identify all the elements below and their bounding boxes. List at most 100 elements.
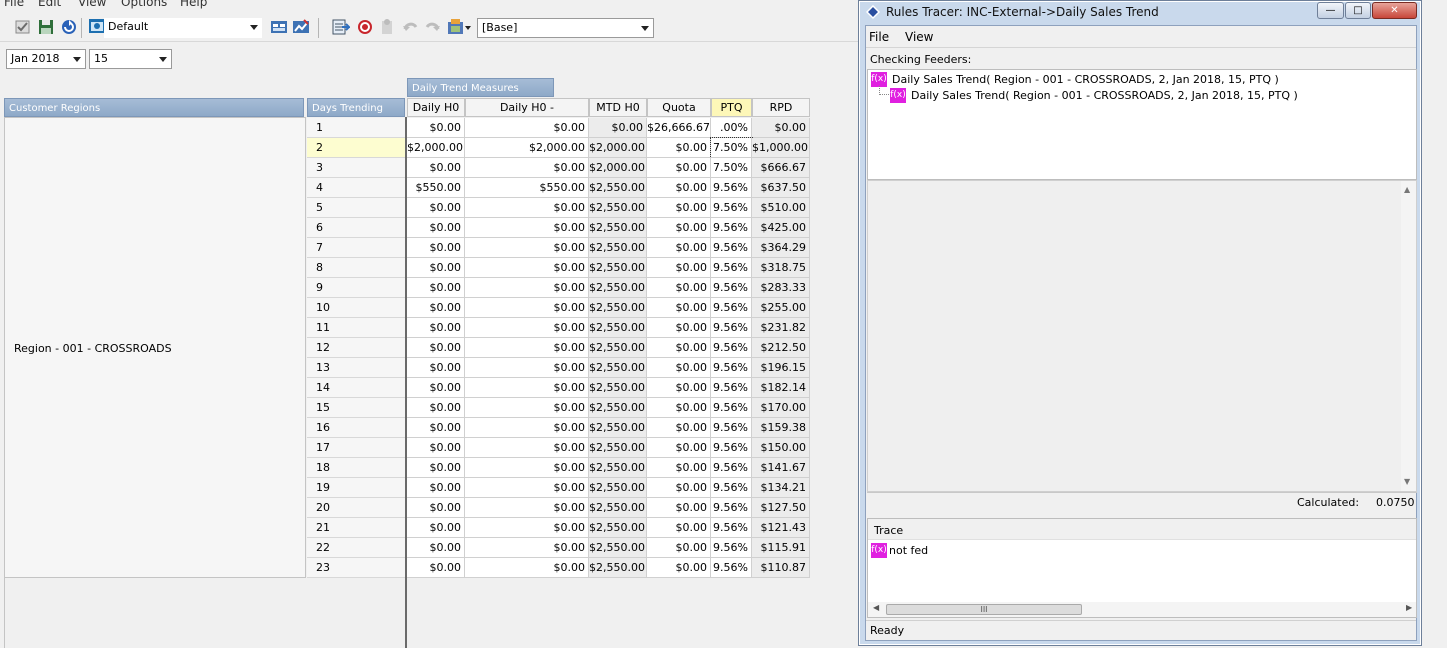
grid-cell-daily-h0[interactable]: $0.00 xyxy=(407,278,465,298)
grid-cell-ptq[interactable]: 9.56% xyxy=(711,338,752,358)
grid-cell-quota[interactable]: $0.00 xyxy=(647,258,711,278)
day-row-header[interactable]: 17 xyxy=(307,438,405,458)
checkbox-icon[interactable] xyxy=(14,18,32,36)
grid-cell-ptq[interactable]: 9.56% xyxy=(711,298,752,318)
grid-cell-mtd-h0[interactable]: $2,550.00 xyxy=(589,178,647,198)
grid-cell-quota[interactable]: $0.00 xyxy=(647,138,711,158)
grid-cell-quota[interactable]: $0.00 xyxy=(647,558,711,578)
grid-cell-ptq[interactable]: 9.56% xyxy=(711,378,752,398)
grid-cell-daily-h0[interactable]: $0.00 xyxy=(407,398,465,418)
grid-cell-daily-h0-accumulated[interactable]: $0.00 xyxy=(465,438,589,458)
grid-cell-daily-h0[interactable]: $0.00 xyxy=(407,358,465,378)
close-button[interactable]: ✕ xyxy=(1372,2,1417,19)
column-header-rpd[interactable]: RPD xyxy=(752,98,810,117)
grid-cell-mtd-h0[interactable]: $2,550.00 xyxy=(589,218,647,238)
grid-cell-quota[interactable]: $0.00 xyxy=(647,378,711,398)
grid-cell-rpd[interactable]: $141.67 xyxy=(752,458,810,478)
grid-cell-rpd[interactable]: $170.00 xyxy=(752,398,810,418)
grid-cell-daily-h0-accumulated[interactable]: $0.00 xyxy=(465,378,589,398)
column-header-quota[interactable]: Quota xyxy=(647,98,711,117)
grid-cell-mtd-h0[interactable]: $2,000.00 xyxy=(589,138,647,158)
menu-file[interactable]: File xyxy=(4,0,24,9)
day-row-header[interactable]: 5 xyxy=(307,198,405,218)
day-row-header[interactable]: 6 xyxy=(307,218,405,238)
grid-cell-mtd-h0[interactable]: $2,000.00 xyxy=(589,158,647,178)
grid-cell-mtd-h0[interactable]: $2,550.00 xyxy=(589,198,647,218)
grid-cell-quota[interactable]: $0.00 xyxy=(647,198,711,218)
scroll-thumb[interactable]: III xyxy=(886,604,1082,615)
measures-dimension-header[interactable]: Daily Trend Measures xyxy=(407,78,554,97)
grid-cell-rpd[interactable]: $1,000.00 xyxy=(752,138,810,158)
grid-cell-rpd[interactable]: $134.21 xyxy=(752,478,810,498)
day-row-header[interactable]: 21 xyxy=(307,518,405,538)
grid-cell-daily-h0-accumulated[interactable]: $0.00 xyxy=(465,338,589,358)
grid-cell-daily-h0[interactable]: $0.00 xyxy=(407,218,465,238)
grid-cell-rpd[interactable]: $127.50 xyxy=(752,498,810,518)
grid-cell-daily-h0-accumulated[interactable]: $0.00 xyxy=(465,258,589,278)
grid-cell-mtd-h0[interactable]: $2,550.00 xyxy=(589,238,647,258)
grid-cell-daily-h0[interactable]: $0.00 xyxy=(407,118,465,138)
maximize-button[interactable]: □ xyxy=(1345,2,1371,19)
grid-cell-ptq[interactable]: 9.56% xyxy=(711,218,752,238)
grid-cell-daily-h0-accumulated[interactable]: $0.00 xyxy=(465,238,589,258)
grid-cell-ptq[interactable]: 9.56% xyxy=(711,278,752,298)
grid-cell-mtd-h0[interactable]: $2,550.00 xyxy=(589,498,647,518)
grid-cell-daily-h0[interactable]: $0.00 xyxy=(407,438,465,458)
grid-cell-daily-h0[interactable]: $0.00 xyxy=(407,378,465,398)
grid-cell-rpd[interactable]: $159.38 xyxy=(752,418,810,438)
grid-cell-ptq[interactable]: 9.56% xyxy=(711,178,752,198)
grid-cell-rpd[interactable]: $510.00 xyxy=(752,198,810,218)
grid-cell-daily-h0-accumulated[interactable]: $0.00 xyxy=(465,538,589,558)
grid-cell-ptq[interactable]: 9.56% xyxy=(711,478,752,498)
day-row-header[interactable]: 22 xyxy=(307,538,405,558)
grid-cell-daily-h0-accumulated[interactable]: $0.00 xyxy=(465,498,589,518)
grid-cell-ptq[interactable]: .00% xyxy=(711,118,752,138)
grid-cell-daily-h0-accumulated[interactable]: $0.00 xyxy=(465,198,589,218)
scroll-right-icon[interactable]: ▶ xyxy=(1406,603,1412,612)
grid-cell-daily-h0-accumulated[interactable]: $0.00 xyxy=(465,478,589,498)
region-row-header[interactable]: Region - 001 - CROSSROADS xyxy=(4,117,306,578)
grid-cell-daily-h0-accumulated[interactable]: $0.00 xyxy=(465,218,589,238)
grid-cell-daily-h0[interactable]: $0.00 xyxy=(407,478,465,498)
day-row-header[interactable]: 15 xyxy=(307,398,405,418)
grid-cell-ptq[interactable]: 9.56% xyxy=(711,498,752,518)
grid-cell-ptq[interactable]: 7.50% xyxy=(710,137,753,159)
day-row-header[interactable]: 8 xyxy=(307,258,405,278)
grid-cell-mtd-h0[interactable]: $2,550.00 xyxy=(589,458,647,478)
grid-cell-quota[interactable]: $0.00 xyxy=(647,278,711,298)
grid-cell-rpd[interactable]: $231.82 xyxy=(752,318,810,338)
grid-cell-ptq[interactable]: 9.56% xyxy=(711,558,752,578)
view-select[interactable]: Default xyxy=(104,18,262,38)
day-row-header[interactable]: 23 xyxy=(307,558,405,578)
grid-cell-daily-h0-accumulated[interactable]: $0.00 xyxy=(465,418,589,438)
column-header-daily-h0-accumulated[interactable]: Daily H0 - Accumulated xyxy=(465,98,589,132)
grid-cell-daily-h0-accumulated[interactable]: $0.00 xyxy=(465,118,589,138)
day-row-header[interactable]: 18 xyxy=(307,458,405,478)
grid-cell-daily-h0-accumulated[interactable]: $0.00 xyxy=(465,358,589,378)
grid-cell-daily-h0[interactable]: $0.00 xyxy=(407,238,465,258)
grid-cell-mtd-h0[interactable]: $2,550.00 xyxy=(589,438,647,458)
grid-cell-quota[interactable]: $0.00 xyxy=(647,498,711,518)
grid-cell-ptq[interactable]: 9.56% xyxy=(711,318,752,338)
grid-cell-mtd-h0[interactable]: $2,550.00 xyxy=(589,558,647,578)
grid-cell-mtd-h0[interactable]: $2,550.00 xyxy=(589,338,647,358)
day-row-header[interactable]: 10 xyxy=(307,298,405,318)
column-header-ptq[interactable]: PTQ xyxy=(711,98,752,117)
grid-cell-daily-h0[interactable]: $0.00 xyxy=(407,198,465,218)
export-icon[interactable] xyxy=(332,18,352,36)
day-select[interactable]: 15 xyxy=(89,49,172,69)
grid-cell-mtd-h0[interactable]: $2,550.00 xyxy=(589,518,647,538)
grid-cell-mtd-h0[interactable]: $2,550.00 xyxy=(589,478,647,498)
grid-cell-mtd-h0[interactable]: $2,550.00 xyxy=(589,298,647,318)
grid-cell-mtd-h0[interactable]: $2,550.00 xyxy=(589,278,647,298)
grid-cell-quota[interactable]: $0.00 xyxy=(647,318,711,338)
grid-cell-daily-h0-accumulated[interactable]: $0.00 xyxy=(465,558,589,578)
chart-options-icon[interactable] xyxy=(292,18,310,36)
grid-cell-daily-h0[interactable]: $0.00 xyxy=(407,338,465,358)
grid-cell-quota[interactable]: $26,666.67 xyxy=(647,118,711,138)
grid-cell-ptq[interactable]: 9.56% xyxy=(711,538,752,558)
redo-icon[interactable] xyxy=(424,18,442,36)
day-row-header[interactable]: 20 xyxy=(307,498,405,518)
grid-cell-ptq[interactable]: 9.56% xyxy=(711,258,752,278)
grid-cell-rpd[interactable]: $666.67 xyxy=(752,158,810,178)
